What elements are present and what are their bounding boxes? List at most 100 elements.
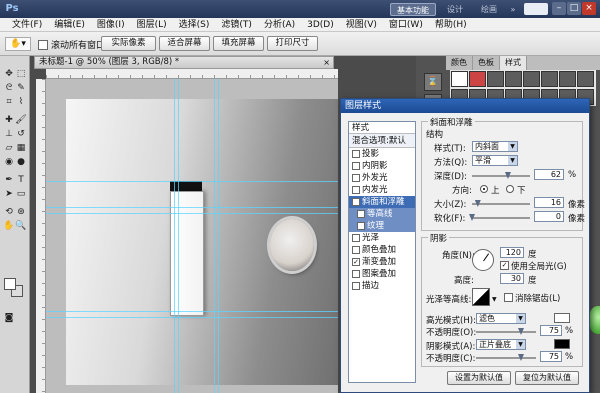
history-panel-icon[interactable]: ⌛ xyxy=(424,73,442,91)
soften-input[interactable]: 0 xyxy=(534,211,564,222)
menu-filter[interactable]: 滤镜(T) xyxy=(215,18,258,31)
effect-satin[interactable]: 光泽 xyxy=(349,232,415,244)
altitude-input[interactable]: 30 xyxy=(500,273,524,284)
move-tool-icon[interactable]: ✥ xyxy=(3,68,15,80)
effect-stroke[interactable]: 描边 xyxy=(349,280,415,292)
angle-input[interactable]: 120 xyxy=(500,247,524,258)
effect-drop-shadow[interactable]: 投影 xyxy=(349,148,415,160)
menu-window[interactable]: 窗口(W) xyxy=(383,18,429,31)
effect-checkbox[interactable] xyxy=(352,270,360,278)
tab-color[interactable]: 颜色 xyxy=(446,56,473,70)
global-light-checkbox[interactable]: ✓ xyxy=(500,261,509,270)
menu-edit[interactable]: 编辑(E) xyxy=(48,18,91,31)
gloss-contour-picker[interactable] xyxy=(472,288,490,306)
zoom-tool-icon[interactable]: 🔍 xyxy=(15,220,27,232)
clone-stamp-tool-icon[interactable]: ⊥ xyxy=(3,128,15,140)
effect-texture[interactable]: 纹理 xyxy=(349,220,415,232)
workspace-design-button[interactable]: 设计 xyxy=(440,3,470,16)
highlight-color-swatch[interactable] xyxy=(554,313,570,323)
effect-gradient-overlay[interactable]: ✓ 渐变叠加 xyxy=(349,256,415,268)
shadow-color-swatch[interactable] xyxy=(554,339,570,349)
bevel-style-select[interactable]: 内斜面 ▼ xyxy=(472,141,518,152)
size-input[interactable]: 16 xyxy=(534,197,564,208)
guide-horizontal[interactable] xyxy=(46,317,338,318)
menu-select[interactable]: 选择(S) xyxy=(173,18,216,31)
style-swatch[interactable] xyxy=(577,71,594,87)
actual-pixels-button[interactable]: 实际像素 xyxy=(101,36,156,51)
eyedropper-tool-icon[interactable]: ⌇ xyxy=(15,96,27,108)
highlight-opacity-thumb[interactable] xyxy=(518,328,524,335)
gradient-tool-icon[interactable]: ▦ xyxy=(15,142,27,154)
search-input[interactable] xyxy=(524,3,548,15)
effect-checkbox[interactable] xyxy=(352,246,360,254)
guide-vertical[interactable] xyxy=(214,79,215,393)
size-slider-thumb[interactable] xyxy=(474,200,481,207)
marquee-tool-icon[interactable]: ⬚ xyxy=(15,68,27,80)
effect-pattern-overlay[interactable]: 图案叠加 xyxy=(349,268,415,280)
blur-tool-icon[interactable]: ◉ xyxy=(3,156,15,168)
document-tab[interactable]: 未标题-1 @ 50% (图层 3, RGB/8) * × xyxy=(34,56,334,69)
guide-vertical[interactable] xyxy=(178,79,179,393)
style-swatch[interactable] xyxy=(487,71,504,87)
tab-styles[interactable]: 样式 xyxy=(500,56,527,70)
brush-tool-icon[interactable]: 🖌 xyxy=(15,114,27,126)
healing-brush-tool-icon[interactable]: ✚ xyxy=(3,114,15,126)
shadow-mode-select[interactable]: 正片叠底 ▼ xyxy=(476,339,526,350)
vertical-ruler[interactable] xyxy=(36,79,46,393)
effect-checkbox[interactable] xyxy=(352,150,360,158)
crop-tool-icon[interactable]: ⌗ xyxy=(3,96,15,108)
guide-horizontal[interactable] xyxy=(46,311,338,312)
eraser-tool-icon[interactable]: ▱ xyxy=(3,142,15,154)
foreground-color-swatch[interactable] xyxy=(4,278,16,290)
make-default-button[interactable]: 设置为默认值 xyxy=(447,371,511,385)
effect-checkbox[interactable]: ✓ xyxy=(352,198,360,206)
angle-dial[interactable] xyxy=(472,249,494,271)
style-swatch[interactable] xyxy=(541,71,558,87)
soften-slider-thumb[interactable] xyxy=(469,214,475,221)
menu-layer[interactable]: 图层(L) xyxy=(131,18,173,31)
style-swatch[interactable] xyxy=(505,71,522,87)
direction-down-radio[interactable] xyxy=(506,185,514,193)
document-close-icon[interactable]: × xyxy=(323,57,330,68)
highlight-opacity-input[interactable]: 75 xyxy=(540,325,562,336)
highlight-opacity-slider[interactable] xyxy=(476,328,536,335)
effect-checkbox[interactable] xyxy=(352,186,360,194)
style-swatch[interactable] xyxy=(469,71,486,87)
effect-outer-glow[interactable]: 外发光 xyxy=(349,172,415,184)
reset-default-button[interactable]: 复位为默认值 xyxy=(515,371,579,385)
tab-swatches[interactable]: 色板 xyxy=(473,56,500,70)
effect-checkbox[interactable] xyxy=(352,282,360,290)
quick-mask-icon[interactable]: ◙ xyxy=(3,312,15,324)
print-size-button[interactable]: 打印尺寸 xyxy=(267,36,318,51)
style-swatch[interactable] xyxy=(523,71,540,87)
effect-checkbox[interactable] xyxy=(352,174,360,182)
highlight-mode-select[interactable]: 滤色 ▼ xyxy=(476,313,526,324)
pasteboard[interactable] xyxy=(46,79,338,393)
menu-file[interactable]: 文件(F) xyxy=(6,18,48,31)
effect-checkbox[interactable] xyxy=(357,222,365,230)
technique-select[interactable]: 平滑 ▼ xyxy=(472,155,518,166)
menu-image[interactable]: 图像(I) xyxy=(91,18,131,31)
effect-checkbox[interactable] xyxy=(352,234,360,242)
shape-tool-icon[interactable]: ▭ xyxy=(15,188,27,200)
hand-tool-icon[interactable]: ✋ xyxy=(3,220,15,232)
effect-checkbox[interactable]: ✓ xyxy=(352,258,360,266)
guide-vertical[interactable] xyxy=(174,79,175,393)
3d-orbit-tool-icon[interactable]: ⊛ xyxy=(15,206,27,218)
guide-horizontal[interactable] xyxy=(46,181,338,182)
workspace-paint-button[interactable]: 绘画 xyxy=(474,3,504,16)
shadow-opacity-input[interactable]: 75 xyxy=(540,351,562,362)
pen-tool-icon[interactable]: ✒ xyxy=(3,174,15,186)
blending-options-item[interactable]: 混合选项:默认 xyxy=(349,134,415,148)
minimize-button[interactable]: – xyxy=(552,2,566,15)
effect-color-overlay[interactable]: 颜色叠加 xyxy=(349,244,415,256)
menu-analysis[interactable]: 分析(A) xyxy=(258,18,301,31)
path-select-tool-icon[interactable]: ➤ xyxy=(3,188,15,200)
horizontal-ruler[interactable] xyxy=(46,69,338,79)
antialias-checkbox[interactable] xyxy=(504,293,513,302)
style-swatch[interactable] xyxy=(451,71,468,87)
depth-input[interactable]: 62 xyxy=(534,169,564,180)
menu-view[interactable]: 视图(V) xyxy=(340,18,383,31)
effect-inner-shadow[interactable]: 内阴影 xyxy=(349,160,415,172)
direction-up-radio[interactable] xyxy=(480,185,488,193)
